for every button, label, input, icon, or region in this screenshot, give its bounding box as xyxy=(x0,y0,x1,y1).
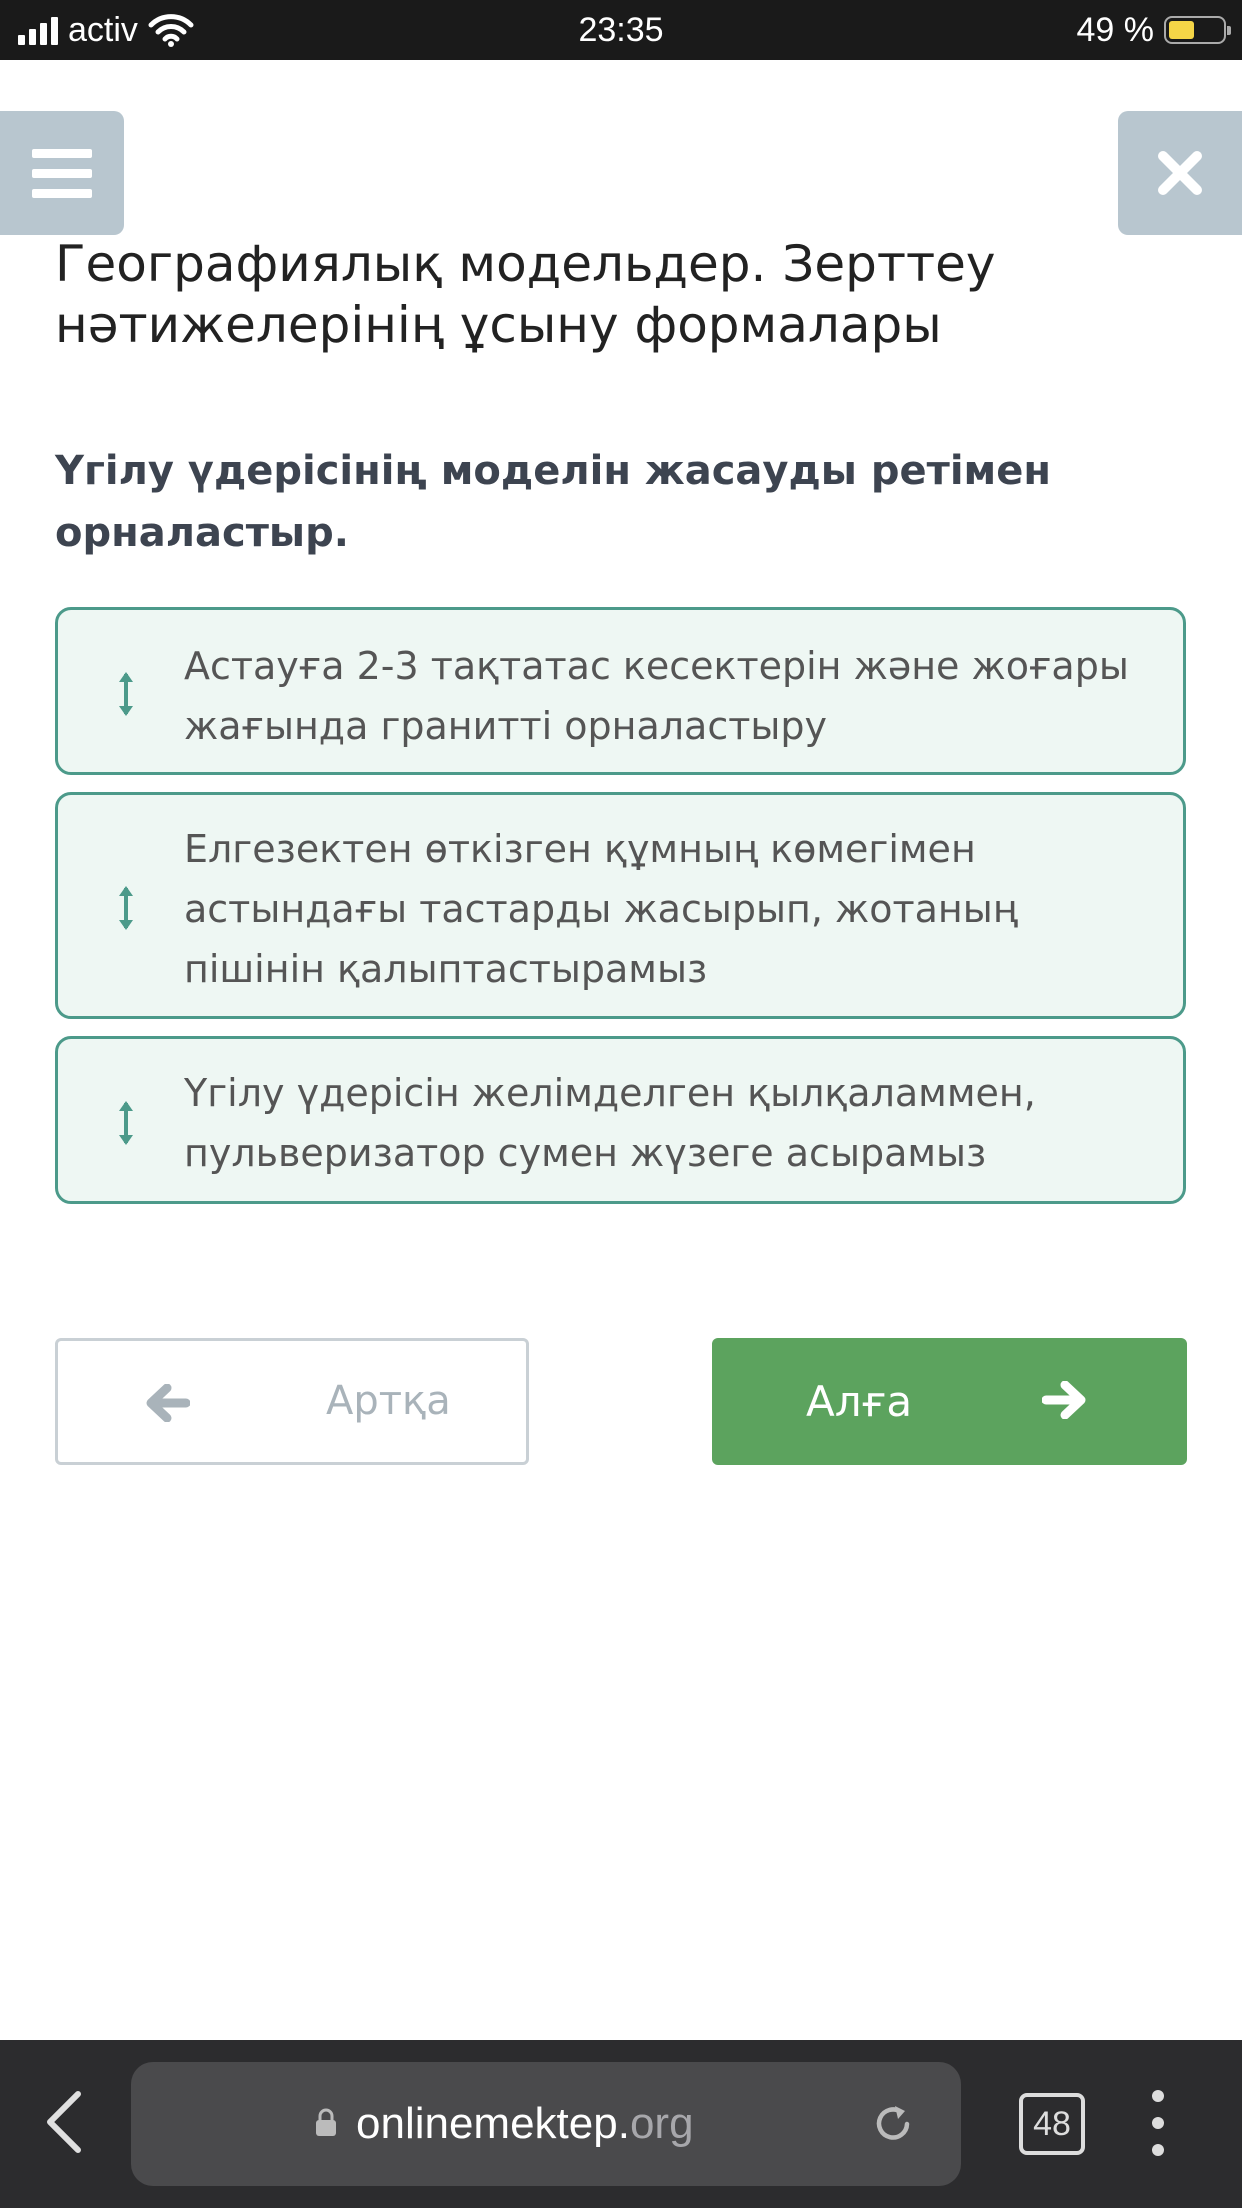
close-icon xyxy=(1158,151,1202,195)
page-title: Географиялық модельдер. Зерттеу нәтижеле… xyxy=(55,235,996,354)
next-button-label: Алға xyxy=(806,1377,913,1426)
more-options-icon[interactable] xyxy=(1152,2090,1164,2156)
status-bar: activ 23:35 49 % xyxy=(0,0,1242,60)
sortable-item[interactable]: Үгілу үдерісін желімделген қылқаламмен, … xyxy=(55,1036,1186,1204)
battery-icon xyxy=(1164,16,1231,44)
reload-icon[interactable] xyxy=(871,2102,915,2146)
url-text: onlinemektep.org xyxy=(356,2062,694,2186)
page: activ 23:35 49 % Географиялық модельдер.… xyxy=(0,0,1242,2208)
url-domain: onlinemektep. xyxy=(356,2099,630,2148)
browser-back-icon[interactable] xyxy=(44,2090,84,2154)
battery-percent: 49 % xyxy=(1076,10,1155,49)
drag-handle-icon[interactable] xyxy=(118,670,134,718)
sortable-item-text: Астауға 2-3 тақтатас кесектерін және жоғ… xyxy=(184,644,1129,748)
back-button-label: Артқа xyxy=(326,1378,451,1424)
arrow-left-icon xyxy=(146,1384,190,1422)
status-right: 49 % xyxy=(1076,0,1231,60)
back-button[interactable]: Артқа xyxy=(55,1338,529,1465)
sortable-item[interactable]: Елгезектен өткізген құмның көмегімен аст… xyxy=(55,792,1186,1019)
url-tld: org xyxy=(629,2099,694,2148)
drag-handle-icon[interactable] xyxy=(118,1099,134,1147)
sortable-item-text: Үгілу үдерісін желімделген қылқаламмен, … xyxy=(184,1071,1036,1175)
menu-button[interactable] xyxy=(0,111,124,235)
tabs-button[interactable]: 48 xyxy=(1019,2093,1085,2155)
address-bar[interactable]: onlinemektep.org xyxy=(131,2062,961,2186)
sortable-item[interactable]: Астауға 2-3 тақтатас кесектерін және жоғ… xyxy=(55,607,1186,775)
browser-toolbar: onlinemektep.org 48 xyxy=(0,2040,1242,2208)
arrow-right-icon xyxy=(1042,1381,1086,1419)
lock-icon xyxy=(316,2108,336,2136)
sortable-item-text: Елгезектен өткізген құмның көмегімен аст… xyxy=(184,827,1018,991)
clock: 23:35 xyxy=(578,11,664,49)
battery-fill xyxy=(1169,21,1194,39)
next-button[interactable]: Алға xyxy=(712,1338,1187,1465)
hamburger-menu-icon xyxy=(32,148,92,158)
question-text: Үгілу үдерісінің моделін жасауды ретімен… xyxy=(55,448,1051,556)
drag-handle-icon[interactable] xyxy=(118,884,134,932)
close-button[interactable] xyxy=(1118,111,1242,235)
